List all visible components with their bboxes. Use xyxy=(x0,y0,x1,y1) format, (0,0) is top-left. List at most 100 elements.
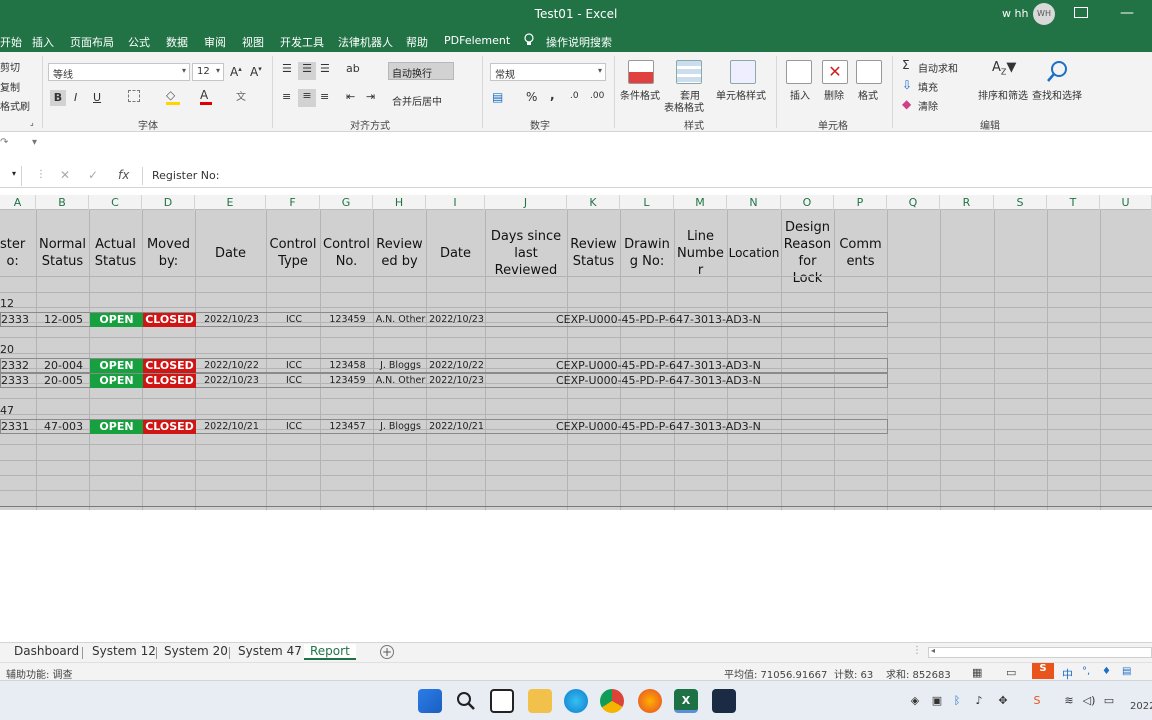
cell-control-no[interactable]: 123458 xyxy=(321,359,374,373)
cell-drawing-no[interactable]: CEXP-U000-45-PD-P-6 xyxy=(556,359,676,373)
cell-drawing-no[interactable]: CEXP-U000-45-PD-P-6 xyxy=(556,420,676,434)
cell-review-date[interactable]: 2022/10/22 xyxy=(427,359,486,373)
cell-reviewed-by[interactable]: J. Bloggs xyxy=(374,359,427,373)
decrease-decimal-icon[interactable]: .00 xyxy=(590,91,604,101)
autosum-icon[interactable]: Σ xyxy=(902,58,910,72)
header-line-number[interactable]: Line Numbe r xyxy=(674,212,727,294)
orientation-icon[interactable]: ab xyxy=(346,62,360,75)
format-painter-button[interactable]: 格式刷 xyxy=(0,98,30,113)
add-sheet-icon[interactable]: + xyxy=(380,645,394,659)
cell-register-no[interactable]: 2332 xyxy=(1,359,37,373)
status-badge-closed[interactable]: CLOSED xyxy=(143,313,196,327)
cell-control-no[interactable]: 123459 xyxy=(321,374,374,388)
tab-insert[interactable]: 插入 xyxy=(32,34,54,50)
redo-icon[interactable]: ↷ xyxy=(0,137,8,148)
fill-color-icon[interactable]: ◇ xyxy=(166,88,180,105)
cell-review-date[interactable]: 2022/10/23 xyxy=(427,374,486,388)
insert-cells-icon[interactable] xyxy=(786,60,812,84)
column-header[interactable]: C xyxy=(89,195,142,210)
header-normal-status[interactable]: Normal Status xyxy=(36,212,89,294)
cell-register-no[interactable]: 2331 xyxy=(1,420,37,434)
delete-cells-button[interactable]: 删除 xyxy=(824,87,844,102)
header-register-no[interactable]: ster o: xyxy=(0,212,36,294)
comma-button[interactable]: , xyxy=(550,88,555,102)
cell-date[interactable]: 2022/10/21 xyxy=(196,420,267,434)
user-name[interactable]: w hh xyxy=(1002,7,1028,20)
column-header[interactable]: M xyxy=(674,195,727,210)
cancel-icon[interactable]: ✕ xyxy=(60,168,70,182)
excel-app-icon[interactable]: X xyxy=(674,689,698,713)
tab-help[interactable]: 帮助 xyxy=(406,34,428,50)
windows-start-icon[interactable] xyxy=(418,689,442,713)
header-design-reason[interactable]: Design Reason for Lock xyxy=(781,212,834,294)
header-control-no[interactable]: Control No. xyxy=(320,212,373,294)
file-explorer-icon[interactable] xyxy=(528,689,552,713)
status-badge-open[interactable]: OPEN xyxy=(90,420,143,434)
merge-center-button[interactable]: 合并后居中 xyxy=(392,93,442,108)
tab-pdfelement[interactable]: PDFelement xyxy=(444,34,510,47)
ime-punctuation-icon[interactable]: °, xyxy=(1082,666,1090,677)
status-badge-closed[interactable]: CLOSED xyxy=(143,420,196,434)
scroll-left-icon[interactable]: ◂ xyxy=(931,646,935,655)
column-header[interactable]: R xyxy=(940,195,994,210)
header-moved-by[interactable]: Moved by: xyxy=(142,212,195,294)
phonetic-icon[interactable]: 文 xyxy=(236,88,246,103)
sheet-tab-system-47[interactable]: System 47 xyxy=(238,644,302,658)
cell-control-type[interactable]: ICC xyxy=(267,374,321,388)
font-name-combo[interactable]: 等线 ▾ xyxy=(48,63,190,81)
column-header[interactable]: S xyxy=(994,195,1047,210)
header-actual-status[interactable]: Actual Status xyxy=(89,212,142,294)
header-review-date[interactable]: Date xyxy=(426,212,485,294)
status-badge-closed[interactable]: CLOSED xyxy=(143,374,196,388)
minimize-icon[interactable]: — xyxy=(1120,6,1134,20)
column-header[interactable]: P xyxy=(834,195,887,210)
sort-filter-icon[interactable]: AZ▼ xyxy=(992,60,1016,77)
microphone-icon[interactable]: ♪ xyxy=(972,694,986,708)
conditional-formatting-button[interactable]: 条件格式 xyxy=(620,87,660,102)
firefox-browser-icon[interactable] xyxy=(638,689,662,713)
bluetooth-icon[interactable]: ᛒ xyxy=(950,694,964,708)
formula-input[interactable]: Register No: xyxy=(152,169,219,182)
task-view-icon[interactable] xyxy=(490,689,514,713)
cell-date[interactable]: 2022/10/22 xyxy=(196,359,267,373)
accessibility-status[interactable]: 辅助功能: 调查 xyxy=(6,666,73,681)
tab-legal-robot[interactable]: 法律机器人 xyxy=(338,34,393,50)
italic-button[interactable]: I xyxy=(74,91,77,104)
insert-cells-button[interactable]: 插入 xyxy=(790,87,810,102)
column-header[interactable]: N xyxy=(727,195,781,210)
align-center-icon[interactable]: ≡ xyxy=(298,89,316,107)
column-header[interactable]: U xyxy=(1100,195,1152,210)
table-row[interactable]: 2333 12-005 OPEN CLOSED 2022/10/23 ICC 1… xyxy=(0,312,888,327)
column-header[interactable]: L xyxy=(620,195,674,210)
column-header[interactable]: E xyxy=(195,195,266,210)
search-icon[interactable] xyxy=(1046,60,1070,84)
search-icon[interactable] xyxy=(454,689,478,713)
ime-tray-icon[interactable]: S xyxy=(1030,694,1044,708)
clear-icon[interactable]: ◆ xyxy=(902,97,911,111)
copy-button[interactable]: 复制 xyxy=(0,79,20,94)
column-header[interactable]: K xyxy=(567,195,620,210)
font-color-icon[interactable]: A xyxy=(200,88,212,105)
column-header[interactable]: D xyxy=(142,195,195,210)
wifi-icon[interactable]: ≋ xyxy=(1062,694,1076,708)
format-cells-button[interactable]: 格式 xyxy=(858,87,878,102)
cut-button[interactable]: 剪切 xyxy=(0,59,20,74)
clipboard-launcher-icon[interactable]: ⌟ xyxy=(30,118,34,127)
column-header[interactable]: I xyxy=(426,195,485,210)
percent-button[interactable]: % xyxy=(526,90,537,104)
column-header[interactable]: H xyxy=(373,195,426,210)
app-tray-icon[interactable]: ▣ xyxy=(930,694,944,708)
customize-qat-icon[interactable]: ▾ xyxy=(32,137,37,148)
cell-reviewed-by[interactable]: A.N. Other xyxy=(374,313,427,327)
microphone-icon[interactable]: ♦ xyxy=(1102,666,1111,677)
security-icon[interactable]: ◈ xyxy=(908,694,922,708)
column-header[interactable]: T xyxy=(1047,195,1100,210)
sheet-tab-system-20[interactable]: System 20 xyxy=(164,644,228,658)
worksheet-grid[interactable]: A B C D E F G H I J K L M N O P Q R S T … xyxy=(0,195,1152,642)
ribbon-display-icon[interactable] xyxy=(1074,7,1088,18)
cell-control-type[interactable]: ICC xyxy=(267,420,321,434)
wrap-text-button[interactable]: 自动换行 xyxy=(388,62,454,80)
column-header[interactable]: F xyxy=(266,195,320,210)
increase-indent-icon[interactable]: ⇥ xyxy=(366,90,375,103)
decrease-indent-icon[interactable]: ⇤ xyxy=(346,90,355,103)
